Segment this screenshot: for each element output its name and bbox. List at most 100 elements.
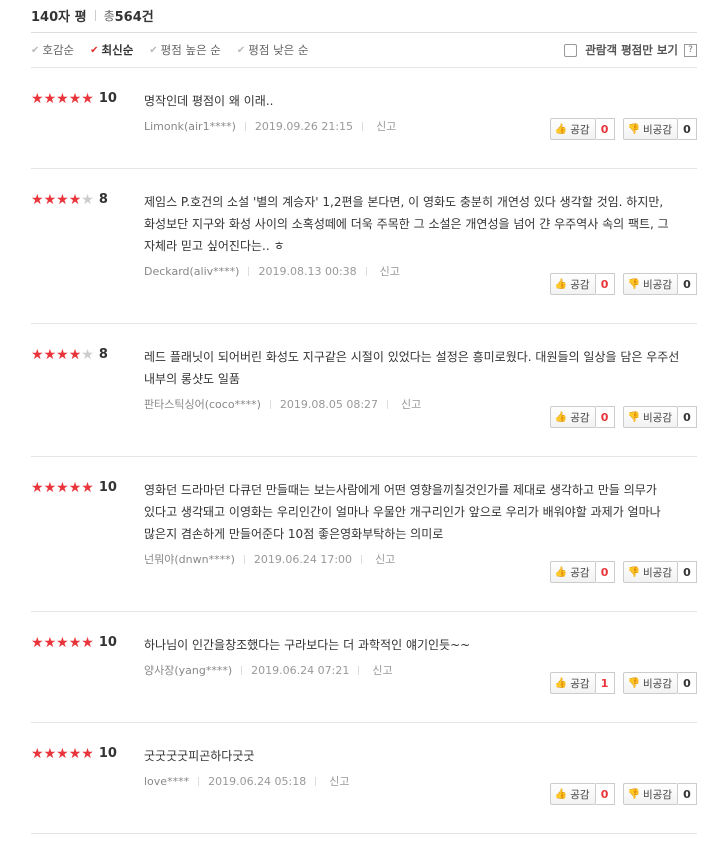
dislike-count: 0 xyxy=(678,118,697,140)
review-writer[interactable]: Limonk(air1****) xyxy=(144,120,236,133)
review-writer[interactable]: 판타스틱싱어(coco****) xyxy=(144,396,261,412)
star-icon: ★ xyxy=(43,90,57,107)
thumbs-up-icon: 👍 xyxy=(554,566,568,578)
total-label: 총 xyxy=(103,8,115,23)
star-icon: ★ xyxy=(43,479,57,496)
review-writer[interactable]: love**** xyxy=(144,775,189,788)
dislike-count: 0 xyxy=(678,672,697,694)
divider xyxy=(362,121,364,131)
divider xyxy=(243,554,245,564)
thumbs-up-icon: 👍 xyxy=(554,788,568,800)
review-body: 레드 플래닛이 되어버린 화성도 지구같은 시절이 있었다는 설정은 흥미로웠다… xyxy=(144,324,684,412)
check-icon: ✔ xyxy=(90,44,99,56)
dislike-button[interactable]: 👎 비공감 xyxy=(622,561,678,583)
check-icon: ✔ xyxy=(236,44,246,56)
star-rating: ★ ★ ★ ★ ★ xyxy=(31,747,94,761)
like-count: 0 xyxy=(595,406,615,428)
review-item: ★ ★ ★ ★ ★ 10 굿굿굿굿피곤하다굿굿 love**** 2019.06.24 … xyxy=(31,723,697,834)
star-icon: ★ xyxy=(56,90,69,107)
score-number: 8 xyxy=(98,192,108,207)
review-writer[interactable]: 양사장(yang****) xyxy=(144,662,232,678)
report-link[interactable]: 신고 xyxy=(375,551,395,567)
score-number: 10 xyxy=(98,91,117,106)
vote-buttons: 👍 공감 0 👎 비공감 0 xyxy=(549,118,697,140)
viewer-only-label[interactable]: 관람객 평점만 보기 xyxy=(585,42,678,58)
star-rating: ★ ★ ★ ★ ★ xyxy=(31,481,94,495)
star-icon: ★ xyxy=(31,479,44,496)
divider xyxy=(358,665,360,675)
dislike-button[interactable]: 👎 비공감 xyxy=(622,273,678,295)
star-icon: ★ xyxy=(56,346,69,363)
review-score: ★ ★ ★ ★ ★ 10 xyxy=(31,480,117,495)
star-icon: ★ xyxy=(56,191,69,208)
viewer-only-filter: 관람객 평점만 보기 ? xyxy=(564,33,697,67)
sort-option-score-high[interactable]: ✔ 평점 높은 순 xyxy=(149,42,221,58)
dislike-count: 0 xyxy=(678,561,697,583)
review-date: 2019.08.05 08:27 xyxy=(279,397,379,411)
review-writer[interactable]: Deckard(aliv****) xyxy=(144,265,239,278)
star-icon: ★ xyxy=(31,634,44,651)
thumbs-up-icon: 👍 xyxy=(554,411,568,423)
star-icon: ★ xyxy=(43,745,57,762)
check-icon: ✔ xyxy=(31,44,40,56)
like-button[interactable]: 👍 공감 xyxy=(549,273,596,295)
like-button[interactable]: 👍 공감 xyxy=(549,672,596,694)
divider xyxy=(387,399,389,409)
thumbs-down-icon: 👎 xyxy=(627,123,641,135)
star-icon: ★ xyxy=(56,634,69,651)
score-number: 10 xyxy=(98,635,117,650)
help-icon[interactable]: ? xyxy=(684,43,697,57)
review-score: ★ ★ ★ ★ ★ 10 xyxy=(31,91,117,106)
star-icon: ★ xyxy=(68,346,82,363)
vote-buttons: 👍 공감 0 👎 비공감 0 xyxy=(549,406,697,428)
star-icon: ★ xyxy=(31,745,44,762)
dislike-button[interactable]: 👎 비공감 xyxy=(622,118,678,140)
star-icon: ★ xyxy=(68,90,82,107)
dislike-count: 0 xyxy=(678,406,697,428)
like-button[interactable]: 👍 공감 xyxy=(549,561,596,583)
divider xyxy=(241,665,243,675)
thumbs-up-icon: 👍 xyxy=(554,123,568,135)
review-date: 2019.06.24 05:18 xyxy=(208,774,307,788)
dislike-button[interactable]: 👎 비공감 xyxy=(622,672,678,694)
report-link[interactable]: 신고 xyxy=(372,662,392,678)
report-link[interactable]: 신고 xyxy=(380,263,400,279)
review-score: ★ ★ ★ ★ ★ 10 xyxy=(31,746,117,761)
dislike-count: 0 xyxy=(678,783,697,805)
sort-option-score-low[interactable]: ✔ 평점 낮은 순 xyxy=(237,42,309,58)
like-button[interactable]: 👍 공감 xyxy=(549,118,596,140)
star-icon: ★ xyxy=(81,745,94,762)
thumbs-down-icon: 👎 xyxy=(627,788,641,800)
review-text: 명작인데 평점이 왜 이래.. xyxy=(144,94,274,108)
review-list: ★ ★ ★ ★ ★ 10 명작인데 평점이 왜 이래.. Limonk(air1****… xyxy=(31,68,697,834)
thumbs-down-icon: 👎 xyxy=(627,278,641,290)
star-icon: ★ xyxy=(43,191,57,208)
dislike-button[interactable]: 👎 비공감 xyxy=(622,406,678,428)
sort-option-latest[interactable]: ✔ 최신순 xyxy=(90,42,133,58)
report-link[interactable]: 신고 xyxy=(401,396,421,412)
star-icon: ★ xyxy=(56,479,69,496)
review-date: 2019.06.24 17:00 xyxy=(253,552,353,566)
star-icon: ★ xyxy=(81,90,94,107)
sort-option-likes[interactable]: ✔ 호감순 xyxy=(31,42,74,58)
review-date: 2019.06.24 07:21 xyxy=(251,663,350,677)
like-button[interactable]: 👍 공감 xyxy=(549,783,596,805)
review-item: ★ ★ ★ ★ ★ 10 하나님이 인간을창조했다는 구라보다는 더 과학적인 얘기인듯… xyxy=(31,612,697,723)
like-count: 0 xyxy=(595,561,615,583)
viewer-only-checkbox[interactable] xyxy=(564,43,578,57)
review-writer[interactable]: 넌뭐야(dnwn****) xyxy=(144,551,235,567)
review-date: 2019.09.26 21:15 xyxy=(254,119,354,133)
divider xyxy=(248,266,250,276)
divider xyxy=(315,776,317,786)
dislike-button[interactable]: 👎 비공감 xyxy=(622,783,678,805)
divider xyxy=(94,9,96,21)
star-icon: ★ xyxy=(43,346,57,363)
star-icon: ★ xyxy=(68,745,82,762)
like-button[interactable]: 👍 공감 xyxy=(549,406,596,428)
score-number: 8 xyxy=(98,347,108,362)
report-link[interactable]: 신고 xyxy=(329,773,349,789)
review-score: ★ ★ ★ ★ ★ 10 xyxy=(31,635,117,650)
star-rating: ★ ★ ★ ★ ★ xyxy=(31,92,94,106)
report-link[interactable]: 신고 xyxy=(376,118,396,134)
star-rating: ★ ★ ★ ★ ★ xyxy=(31,348,94,362)
